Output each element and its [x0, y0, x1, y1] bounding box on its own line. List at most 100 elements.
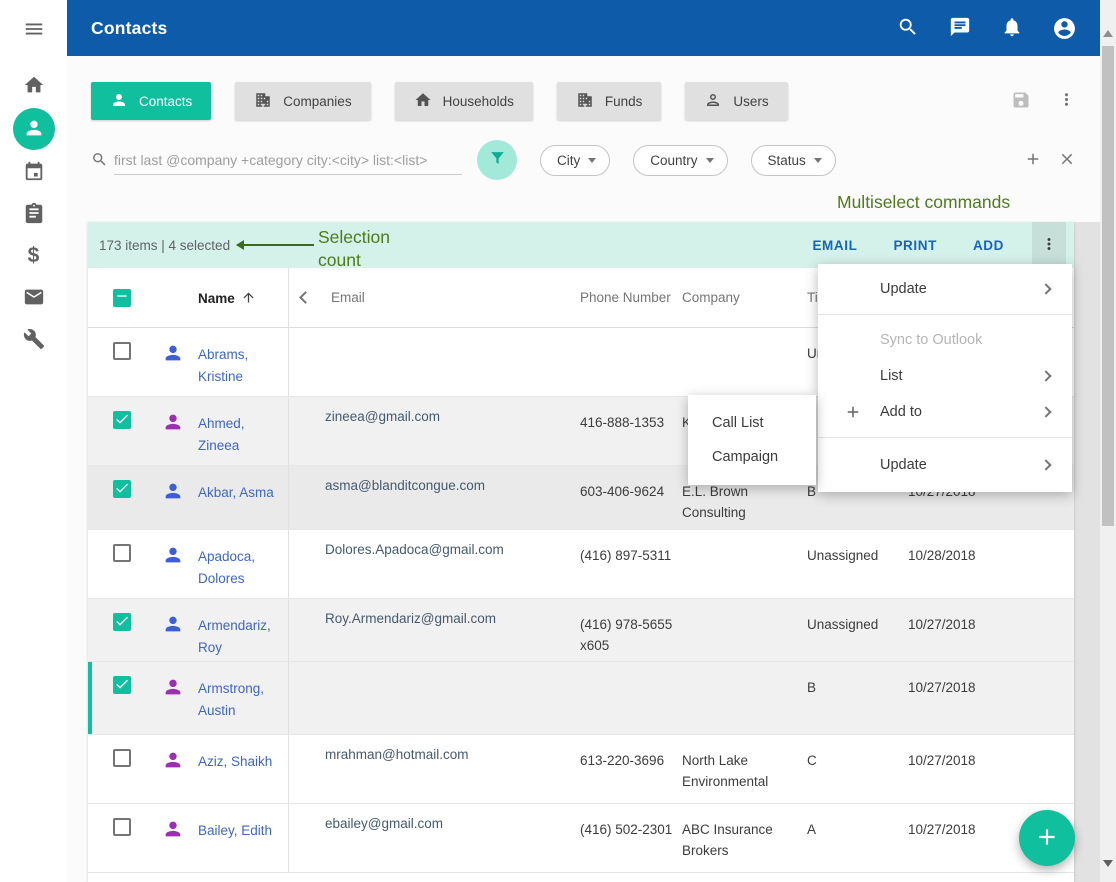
contact-avatar-icon[interactable]: [162, 411, 184, 436]
filter-button[interactable]: [477, 140, 517, 180]
row-checkbox[interactable]: [113, 676, 131, 694]
menu-item-label: Sync to Outlook: [844, 332, 982, 348]
appbar-search-button[interactable]: [896, 16, 920, 40]
appbar-account-button[interactable]: [1052, 16, 1076, 40]
submenu-item-call-list[interactable]: Call List: [688, 406, 816, 440]
sidebar-item-calendar[interactable]: [13, 152, 55, 192]
submenu-item-campaign[interactable]: Campaign: [688, 440, 816, 474]
chip-label: City: [557, 153, 580, 168]
row-checkbox[interactable]: [113, 818, 131, 836]
add-search-criteria-button[interactable]: [1024, 150, 1042, 171]
chevron-right-icon: [1040, 406, 1051, 417]
select-all-checkbox[interactable]: [113, 289, 131, 307]
row-phone-cell: (416) 978-5655 x605: [580, 599, 682, 661]
menu-item-list[interactable]: List: [818, 358, 1072, 394]
filter-chip-country[interactable]: Country: [633, 145, 727, 176]
contact-avatar-icon[interactable]: [162, 342, 184, 367]
person-icon: [110, 91, 128, 112]
row-checkbox[interactable]: [113, 342, 131, 360]
contact-avatar-icon[interactable]: [162, 613, 184, 638]
menu-item-update[interactable]: Update: [818, 271, 1072, 307]
sidebar-item-contacts[interactable]: [13, 108, 55, 150]
scroll-down-icon[interactable]: [1103, 860, 1113, 867]
clear-search-button[interactable]: [1058, 150, 1076, 171]
menu-item-update[interactable]: Update: [818, 445, 1072, 485]
building-icon: [576, 91, 594, 112]
contact-name-link[interactable]: Armstrong, Austin: [198, 681, 264, 718]
save-icon: [1011, 98, 1031, 113]
table-row[interactable]: Armstrong, AustinB10/27/2018: [88, 662, 1074, 735]
collapse-columns-icon[interactable]: [299, 291, 312, 304]
row-email-cell: asma@blanditcongue.com: [289, 466, 580, 529]
contact-avatar-icon[interactable]: [162, 818, 184, 843]
app-window: $ Contacts Contacts Companies Households Fu…: [0, 0, 1116, 882]
row-company-cell: [682, 662, 807, 734]
filter-chip-city[interactable]: City: [540, 145, 610, 176]
multiselect-more-button[interactable]: [1032, 222, 1066, 268]
row-avatar-cell: [138, 735, 186, 774]
email-selected-button[interactable]: EMAIL: [812, 238, 857, 253]
table-row[interactable]: Bailey, Edithebailey@gmail.com(416) 502-…: [88, 804, 1074, 873]
row-tier-cell: C: [807, 735, 908, 803]
tab-households[interactable]: Households: [395, 82, 533, 120]
contact-avatar-icon[interactable]: [162, 544, 184, 569]
person-outline-icon: [704, 91, 722, 112]
scroll-up-icon[interactable]: [1103, 30, 1113, 37]
sidebar-item-tools[interactable]: [13, 320, 55, 360]
row-phone-cell: [580, 328, 682, 396]
row-checkbox[interactable]: [113, 749, 131, 767]
row-checkbox[interactable]: [113, 411, 131, 429]
contact-name-link[interactable]: Akbar, Asma: [198, 485, 274, 500]
column-header-name[interactable]: Name: [198, 291, 235, 306]
save-button[interactable]: [1011, 90, 1031, 113]
page-scrollbar[interactable]: [1100, 0, 1116, 882]
table-row[interactable]: Aziz, Shaikhmrahman@hotmail.com613-220-3…: [88, 735, 1074, 804]
tab-users[interactable]: Users: [685, 82, 787, 120]
chip-label: Status: [768, 153, 806, 168]
row-phone-cell: (416) 897-5311: [580, 530, 682, 598]
sidebar-item-mail[interactable]: [13, 278, 55, 318]
row-checkbox[interactable]: [113, 544, 131, 562]
contact-name-link[interactable]: Abrams, Kristine: [198, 347, 248, 384]
add-contact-fab[interactable]: [1019, 810, 1075, 866]
column-header-email[interactable]: Email: [331, 290, 365, 305]
menu-item-sync-to-outlook[interactable]: Sync to Outlook: [818, 322, 1072, 358]
contact-name-link[interactable]: Armendariz, Roy: [198, 618, 271, 655]
tab-funds[interactable]: Funds: [557, 82, 662, 120]
module-tabs: Contacts Companies Households Funds Users: [91, 82, 1076, 120]
add-selected-button[interactable]: ADD: [973, 238, 1004, 253]
row-phone-cell: [580, 662, 682, 734]
scrollbar-thumb[interactable]: [1102, 46, 1114, 526]
row-checkbox[interactable]: [113, 613, 131, 631]
kebab-button[interactable]: [1057, 90, 1076, 112]
search-input[interactable]: [114, 145, 462, 175]
contact-name-link[interactable]: Bailey, Edith: [198, 823, 272, 838]
row-checkbox[interactable]: [113, 480, 131, 498]
contact-avatar-icon[interactable]: [162, 749, 184, 774]
search-icon: [91, 147, 114, 173]
indeterminate-icon: [114, 288, 130, 307]
sidebar-item-home[interactable]: [13, 66, 55, 106]
print-selected-button[interactable]: PRINT: [893, 238, 937, 253]
contact-avatar-icon[interactable]: [162, 676, 184, 701]
row-avatar-cell: [138, 397, 186, 436]
row-phone-cell: (416) 502-2301: [580, 804, 682, 872]
appbar-notifications-button[interactable]: [1000, 16, 1024, 40]
contact-name-link[interactable]: Aziz, Shaikh: [198, 754, 272, 769]
tab-contacts[interactable]: Contacts: [91, 82, 211, 120]
menu-item-add-to[interactable]: Add to: [818, 394, 1072, 430]
sidebar-item-billing[interactable]: $: [13, 236, 55, 276]
contact-avatar-icon[interactable]: [162, 480, 184, 505]
appbar-chat-button[interactable]: [948, 16, 972, 40]
contact-name-link[interactable]: Ahmed, Zineea: [198, 416, 245, 453]
contact-name-link[interactable]: Apadoca, Dolores: [198, 549, 255, 586]
column-header-company[interactable]: Company: [682, 290, 807, 305]
row-checkbox-cell: [88, 804, 138, 836]
filter-chip-status[interactable]: Status: [751, 145, 836, 176]
table-row[interactable]: Armendariz, RoyRoy.Armendariz@gmail.com(…: [88, 599, 1074, 662]
sidebar-item-menu[interactable]: [13, 10, 55, 50]
tab-companies[interactable]: Companies: [235, 82, 370, 120]
column-header-phone[interactable]: Phone Number: [580, 290, 682, 305]
sidebar-item-tasks[interactable]: [13, 194, 55, 234]
table-row[interactable]: Apadoca, DoloresDolores.Apadoca@gmail.co…: [88, 530, 1074, 599]
